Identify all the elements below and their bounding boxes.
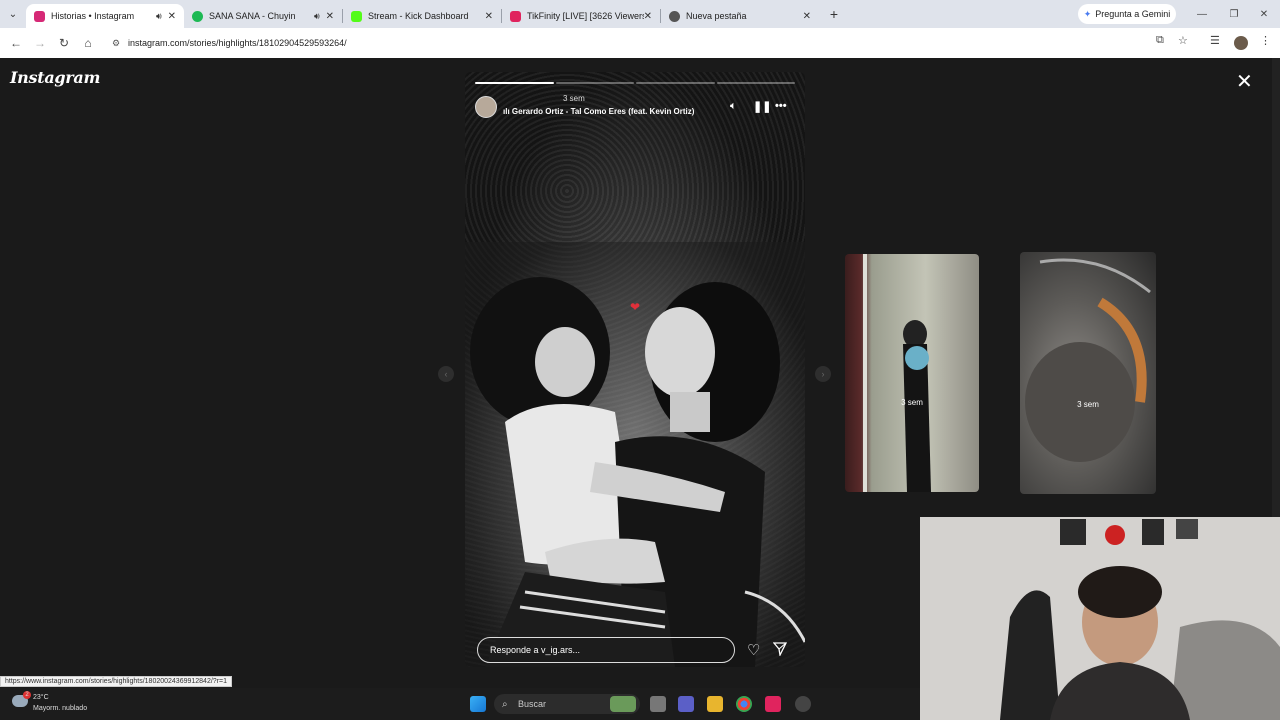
tab-kick[interactable]: Stream - Kick Dashboard ✕	[343, 4, 501, 28]
media-control-icon[interactable]: ☰	[1210, 34, 1220, 47]
speaker-icon[interactable]: 🔊︎	[314, 11, 320, 22]
close-tab-icon[interactable]: ✕	[803, 11, 811, 22]
story-thumbnail[interactable]: 3 sem	[845, 254, 979, 492]
tab-instagram[interactable]: Historias • Instagram 🔊︎ ✕	[26, 4, 184, 28]
chrome-favicon-icon	[669, 10, 680, 22]
new-tab-plus-icon[interactable]: +	[823, 6, 845, 22]
reply-input[interactable]: Responde a v_ig.ars...	[477, 637, 735, 663]
spotify-favicon-icon	[192, 10, 203, 22]
link-status-url: https://www.instagram.com/stories/highli…	[0, 676, 232, 687]
gemini-sparkle-icon: ✦	[1083, 8, 1092, 19]
kick-favicon-icon	[351, 10, 362, 22]
taskbar: 2 23°C Mayorm. nublado ⌕ Buscar	[0, 688, 920, 720]
restore-icon[interactable]: ❐	[1218, 0, 1250, 28]
tab-tikfinity[interactable]: TikFinity [LIVE] [3626 Viewers] ✕	[502, 4, 660, 28]
send-icon[interactable]	[773, 642, 787, 656]
story-timestamp: 3 sem	[563, 94, 585, 103]
thumbnail-time: 3 sem	[1077, 400, 1099, 409]
file-explorer-icon[interactable]	[707, 696, 723, 712]
close-tab-icon[interactable]: ✕	[168, 11, 176, 22]
window-close-icon[interactable]: ✕	[1248, 0, 1280, 28]
teams-icon[interactable]	[678, 696, 694, 712]
forward-arrow-icon[interactable]: →	[28, 36, 52, 50]
tikfinity-favicon-icon	[510, 10, 521, 22]
windows-start-icon[interactable]	[470, 696, 486, 712]
chrome-icon[interactable]	[736, 696, 752, 712]
volume-icon[interactable]: 🔈︎	[730, 100, 737, 113]
close-tab-icon[interactable]: ✕	[326, 11, 334, 22]
instagram-logo[interactable]: Instagram	[10, 68, 100, 87]
close-tab-icon[interactable]: ✕	[485, 11, 493, 22]
tab-new[interactable]: Nueva pestaña ✕	[661, 4, 819, 28]
tab-title: TikFinity [LIVE] [3626 Viewers]	[527, 11, 644, 21]
taskbar-search-input[interactable]: ⌕ Buscar	[494, 694, 640, 714]
music-title: Gerardo Ortiz - Tal Como Eres (feat. Kev…	[511, 107, 695, 116]
install-app-icon[interactable]: ⧉	[1156, 34, 1164, 47]
pause-icon[interactable]: ❚❚	[753, 100, 771, 113]
home-icon[interactable]: ⌂	[76, 36, 100, 50]
progress-segment	[716, 82, 795, 84]
speaker-icon[interactable]: 🔊︎	[156, 11, 162, 22]
thumbnail-time: 3 sem	[901, 398, 923, 407]
music-bars-icon: ılı	[503, 107, 512, 116]
progress-segment	[475, 82, 554, 84]
obs-icon[interactable]	[795, 696, 811, 712]
profile-avatar[interactable]	[1234, 36, 1248, 50]
story-header: 3 sem ılı Gerardo Ortiz - Tal Como Eres …	[475, 94, 795, 124]
webcam-feed-image	[920, 517, 1280, 720]
story-music[interactable]: ılı Gerardo Ortiz - Tal Como Eres (feat.…	[503, 107, 694, 116]
url-text: instagram.com/stories/highlights/1810290…	[128, 38, 347, 48]
story-author-avatar[interactable]	[475, 96, 497, 118]
browser-menu-icon[interactable]: ⋮	[1260, 34, 1271, 47]
task-view-icon[interactable]	[650, 696, 666, 712]
tiktok-icon[interactable]	[765, 696, 781, 712]
tab-title: SANA SANA - Chuyin	[209, 11, 296, 21]
previous-story-chevron-icon[interactable]: ‹	[438, 366, 454, 382]
weather-alert-badge: 2	[23, 691, 31, 699]
reply-placeholder: Responde a v_ig.ars...	[490, 645, 581, 655]
thumbnail-image	[863, 254, 931, 492]
tab-bar: ⌄ Historias • Instagram 🔊︎ ✕ SANA SANA -…	[0, 0, 1280, 28]
gemini-label: Pregunta a Gemini	[1095, 9, 1171, 19]
more-options-icon[interactable]: •••	[775, 100, 787, 112]
progress-segment	[636, 82, 715, 84]
instagram-favicon-icon	[34, 10, 45, 22]
search-icon: ⌕	[502, 698, 508, 710]
search-highlight-icon	[610, 696, 636, 712]
next-story-chevron-icon[interactable]: ›	[815, 366, 831, 382]
close-icon[interactable]: ✕	[1236, 72, 1253, 92]
story-thumbnail[interactable]: 3 sem	[1020, 252, 1156, 494]
weather-description: Mayorm. nublado	[33, 705, 88, 712]
address-toolbar: ← → ↻ ⌂ ⚙ instagram.com/stories/highligh…	[0, 28, 1280, 58]
search-placeholder: Buscar	[518, 699, 547, 709]
webcam-overlay	[920, 517, 1280, 720]
thumbnail-image	[1025, 258, 1151, 462]
tab-spotify[interactable]: SANA SANA - Chuyin 🔊︎ ✕	[184, 4, 342, 28]
close-tab-icon[interactable]: ✕	[644, 11, 652, 22]
minimize-icon[interactable]: —	[1186, 0, 1218, 28]
site-info-icon[interactable]: ⚙	[112, 38, 120, 49]
weather-temperature: 23°C	[33, 694, 49, 701]
tab-title: Nueva pestaña	[686, 11, 747, 21]
scrollbar[interactable]	[1272, 58, 1280, 518]
bookmark-star-icon[interactable]: ☆	[1178, 34, 1188, 47]
reload-icon[interactable]: ↻	[52, 36, 76, 50]
tab-search-chevron-icon[interactable]: ⌄	[0, 0, 26, 28]
back-arrow-icon[interactable]: ←	[4, 36, 28, 50]
tab-title: Stream - Kick Dashboard	[368, 11, 469, 21]
tab-title: Historias • Instagram	[51, 11, 135, 21]
gemini-button[interactable]: ✦ Pregunta a Gemini	[1078, 4, 1176, 24]
story-progress-bar	[475, 82, 795, 84]
url-field[interactable]: ⚙ instagram.com/stories/highlights/18102…	[106, 32, 1136, 54]
heart-icon[interactable]: ♡	[747, 641, 760, 659]
progress-segment	[555, 82, 634, 84]
active-story[interactable]: ❤ 3 sem ılı Gerardo Ortiz - Tal Como Ere…	[465, 72, 805, 667]
heart-sticker-icon: ❤	[630, 300, 641, 314]
